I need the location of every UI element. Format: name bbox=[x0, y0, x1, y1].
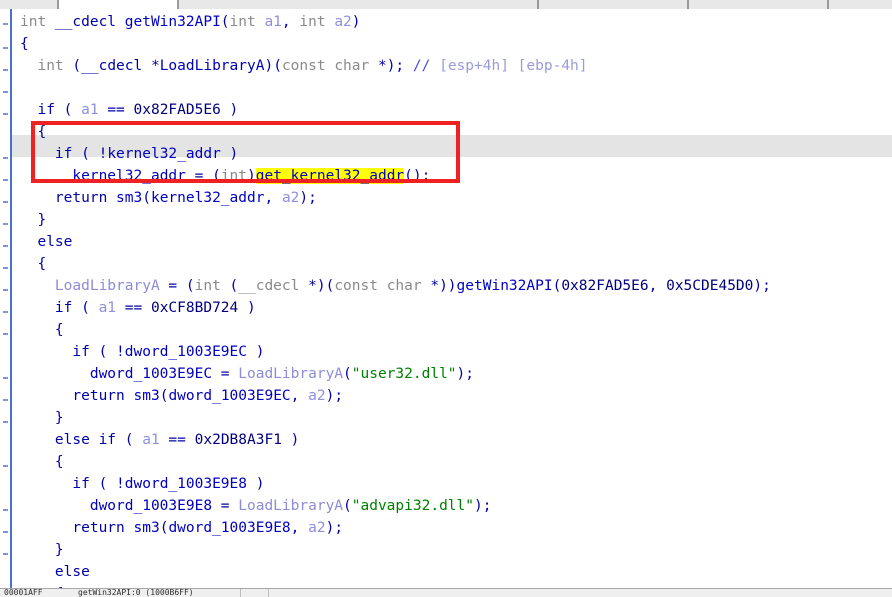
gutter-tick bbox=[3, 421, 8, 423]
gutter-tick bbox=[3, 509, 8, 511]
status-separator bbox=[268, 589, 269, 597]
gutter-tick bbox=[3, 399, 8, 401]
code-line[interactable]: else if ( a1 == 0x2DB8A3F1 ) bbox=[12, 429, 892, 451]
gutter-tick bbox=[3, 91, 8, 93]
gutter-tick bbox=[3, 223, 8, 225]
code-line[interactable]: dword_1003E9E8 = LoadLibraryA("advapi32.… bbox=[12, 495, 892, 517]
gutter-tick bbox=[3, 113, 8, 115]
code-gutter bbox=[0, 9, 12, 588]
code-line[interactable]: return sm3(dword_1003E9EC, a2); bbox=[12, 385, 892, 407]
code-line[interactable] bbox=[12, 77, 892, 99]
code-line[interactable]: if ( a1 == 0x82FAD5E6 ) bbox=[12, 99, 892, 121]
code-line[interactable]: int (__cdecl *LoadLibraryA)(const char *… bbox=[12, 55, 892, 77]
gutter-tick bbox=[3, 245, 8, 247]
code-line[interactable]: dword_1003E9EC = LoadLibraryA("user32.dl… bbox=[12, 363, 892, 385]
code-line[interactable]: return sm3(kernel32_addr, a2); bbox=[12, 187, 892, 209]
code-line[interactable]: LoadLibraryA = (int (__cdecl *)(const ch… bbox=[12, 275, 892, 297]
code-line[interactable]: { bbox=[12, 319, 892, 341]
code-line[interactable]: } bbox=[12, 539, 892, 561]
code-line[interactable]: { bbox=[12, 121, 892, 143]
gutter-tick bbox=[3, 69, 8, 71]
code-line[interactable]: return sm3(dword_1003E9E8, a2); bbox=[12, 517, 892, 539]
gutter-tick bbox=[3, 267, 8, 269]
status-separator bbox=[240, 589, 241, 597]
code-line[interactable]: if ( !dword_1003E9E8 ) bbox=[12, 473, 892, 495]
pseudocode-window: int __cdecl getWin32API(int a1, int a2){… bbox=[0, 0, 892, 597]
gutter-tick bbox=[3, 289, 8, 291]
code-line[interactable]: { bbox=[12, 253, 892, 275]
status-bar: 00001AFF getWin32API:0 (1000B6FF) bbox=[0, 588, 892, 597]
tab-item-2[interactable] bbox=[178, 0, 538, 9]
code-line[interactable]: if ( !kernel32_addr ) bbox=[12, 143, 892, 165]
gutter-tick bbox=[3, 201, 8, 203]
tab-item-3[interactable] bbox=[538, 0, 688, 9]
code-line[interactable]: { bbox=[12, 451, 892, 473]
code-line[interactable]: { bbox=[12, 33, 892, 55]
code-line[interactable]: if ( a1 == 0xCF8BD724 ) bbox=[12, 297, 892, 319]
gutter-tick bbox=[3, 311, 8, 313]
tab-strip bbox=[0, 0, 892, 9]
gutter-tick bbox=[3, 553, 8, 555]
code-line[interactable]: } bbox=[12, 209, 892, 231]
code-line[interactable]: else bbox=[12, 231, 892, 253]
gutter-tick bbox=[3, 23, 8, 25]
pseudocode-editor[interactable]: int __cdecl getWin32API(int a1, int a2){… bbox=[12, 9, 892, 588]
gutter-tick bbox=[3, 465, 8, 467]
tab-item-5[interactable] bbox=[828, 0, 892, 9]
code-line[interactable]: } bbox=[12, 407, 892, 429]
tab-item-4[interactable] bbox=[688, 0, 828, 9]
tab-item-0[interactable] bbox=[0, 0, 58, 9]
code-line[interactable]: else bbox=[12, 561, 892, 583]
gutter-tick bbox=[3, 333, 8, 335]
gutter-tick bbox=[3, 531, 8, 533]
gutter-tick bbox=[3, 157, 8, 159]
code-line[interactable]: kernel32_addr = (int)get_kernel32_addr()… bbox=[12, 165, 892, 187]
gutter-tick bbox=[3, 179, 8, 181]
tab-item-1-active[interactable] bbox=[58, 0, 178, 9]
status-address: 00001AFF bbox=[4, 589, 43, 597]
gutter-tick bbox=[3, 377, 8, 379]
gutter-tick bbox=[3, 47, 8, 49]
status-location: getWin32API:0 (1000B6FF) bbox=[78, 589, 194, 597]
code-line[interactable]: if ( !dword_1003E9EC ) bbox=[12, 341, 892, 363]
code-line[interactable]: int __cdecl getWin32API(int a1, int a2) bbox=[12, 11, 892, 33]
pseudocode-text[interactable]: int __cdecl getWin32API(int a1, int a2){… bbox=[12, 9, 892, 588]
